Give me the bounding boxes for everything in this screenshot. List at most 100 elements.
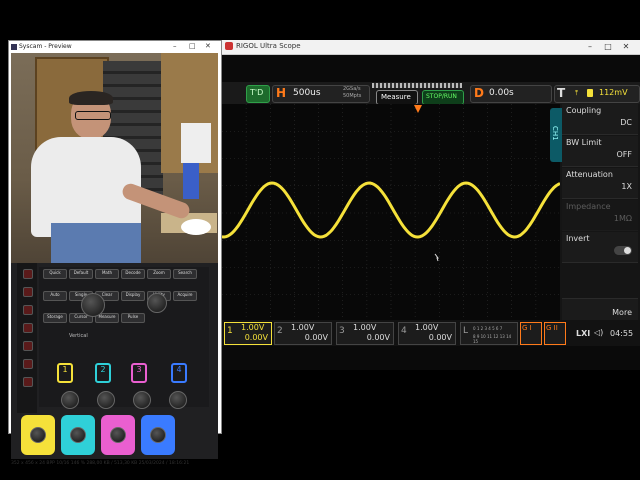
panel-button[interactable]: Search [173,269,197,279]
memory-indicator [372,83,462,88]
channel-bar: 1 1.00V 0.00V 2 1.00V 0.00V 3 1.00V 0.00… [222,320,640,346]
panel-button[interactable]: Acquire [173,291,197,301]
more-label: More [612,308,632,317]
generator-1-button[interactable]: G I [520,322,542,345]
scope-window-title: RIGOL Ultra Scope [236,42,301,50]
generator-2-button[interactable]: G II [544,322,566,345]
scope-window: RIGOL Ultra Scope – □ ✕ T'D H 500us 2GSa… [221,40,640,370]
trigger-mode-button[interactable]: T'D [246,85,270,103]
ch3-scale: 1.00V [353,323,377,332]
side-button[interactable] [23,377,33,387]
invert-toggle[interactable] [614,246,632,255]
close-icon[interactable]: ✕ [618,41,634,53]
ch1-button[interactable]: 1 [57,363,73,383]
ch3-box[interactable]: 3 1.00V 0.00V [336,322,394,345]
ch4-button[interactable]: 4 [171,363,187,383]
clock: 04:55 [610,329,634,338]
horizontal-knob[interactable] [81,293,105,317]
invert-toggle-knob [624,247,631,254]
side-button[interactable] [23,359,33,369]
panel-button[interactable]: Display [121,291,145,301]
panel-button[interactable]: Default [69,269,93,279]
ch4-offset: 0.00V [428,333,452,342]
ch4-knob[interactable] [169,391,187,409]
invert-item[interactable]: Invert [562,232,638,263]
ch1-knob[interactable] [61,391,79,409]
invert-label: Invert [566,234,590,243]
logic-analyzer-box[interactable]: L 0 1 2 3 4 5 6 7 8 9 10 11 12 13 14 15 [460,322,518,345]
sound-icon[interactable]: ◁) [594,328,603,337]
minimize-icon[interactable]: – [582,41,598,53]
ch4-box[interactable]: 4 1.00V 0.00V [398,322,456,345]
webcam-feed [11,53,218,263]
waveform-grid [221,104,561,322]
ch1-tab[interactable]: CH1 [550,108,562,162]
ch2-scale: 1.00V [291,323,315,332]
ch4-scale: 1.00V [415,323,439,332]
app-icon [225,42,233,50]
side-button[interactable] [23,269,33,279]
preview-minimize-icon[interactable]: – [173,42,177,50]
attenuation-value: 1X [621,182,632,191]
stop-run-button[interactable]: STOP/RUN [422,90,464,105]
preview-close-icon[interactable]: ✕ [205,42,211,50]
ch1-box[interactable]: 1 1.00V 0.00V [224,322,272,345]
side-button[interactable] [23,305,33,315]
bnc-ch1 [21,415,55,455]
trigger-edge-icon: ⤒ [575,89,579,97]
generator-2-label: G II [546,324,558,332]
measure-button[interactable]: Measure [376,90,418,105]
waveform-display[interactable] [221,104,561,322]
side-button[interactable] [23,341,33,351]
coupling-item[interactable]: Coupling DC [562,104,638,135]
side-button[interactable] [23,323,33,333]
scope-toolbar: T'D H 500us 2GSa/s 50Mpts Measure STOP/R… [222,82,640,105]
ch2-box[interactable]: 2 1.00V 0.00V [274,322,332,345]
preview-maximize-icon[interactable]: □ [189,42,196,50]
panel-button[interactable]: Auto [43,291,67,301]
person-hair [69,91,113,105]
delay-letter: D [474,86,484,100]
ch2-offset: 0.00V [304,333,328,342]
panel-button[interactable]: Storage [43,313,67,323]
coupling-label: Coupling [566,106,602,115]
blue-object [183,163,199,199]
panel-button[interactable]: Math [95,269,119,279]
logic-bits-low: 0 1 2 3 4 5 6 7 [473,326,503,331]
person-jeans [51,223,141,263]
panel-button[interactable]: Pulse [121,313,145,323]
ch1-number: 1 [227,326,233,336]
ch4-number: 4 [401,326,407,336]
attenuation-item[interactable]: Attenuation 1X [562,168,638,199]
impedance-value: 1MΩ [613,214,632,223]
trigger-knob[interactable] [147,293,167,313]
maximize-icon[interactable]: □ [600,41,616,53]
logic-label: L [463,326,469,336]
sample-rate: 2GSa/s [343,86,361,92]
preview-status-bar: 352 x 456 x 24 BPP 10/16 146 % 288,00 KB… [11,461,190,466]
trigger-position-marker[interactable] [414,105,422,113]
ch3-knob[interactable] [133,391,151,409]
panel-button[interactable]: Decode [121,269,145,279]
ch2-knob[interactable] [97,391,115,409]
ch2-button[interactable]: 2 [95,363,111,383]
panel-button[interactable]: Quick [43,269,67,279]
delay-control[interactable]: D 0.00s [470,85,552,103]
impedance-item: Impedance 1MΩ [562,200,638,231]
preview-window: Syscam - Preview – □ ✕ Quick Default Math D… [8,40,222,466]
ch3-number: 3 [339,326,345,336]
cup [181,219,211,235]
horizontal-scale[interactable]: H 500us 2GSa/s 50Mpts [272,85,370,103]
horizontal-value: 500us [293,88,321,98]
ch1-offset: 0.00V [244,333,268,342]
ch3-button[interactable]: 3 [131,363,147,383]
channel-settings-panel: CH1 Coupling DC BW Limit OFF Attenuation… [550,104,640,330]
vertical-section-label: Vertical [69,333,88,339]
trigger-level-control[interactable]: T ⤒ 112mV [554,85,640,103]
left-button-column [17,263,37,413]
bw-limit-item[interactable]: BW Limit OFF [562,136,638,167]
ch2-number: 2 [277,326,283,336]
horizontal-letter: H [276,86,287,100]
panel-button[interactable]: Zoom [147,269,171,279]
side-button[interactable] [23,287,33,297]
